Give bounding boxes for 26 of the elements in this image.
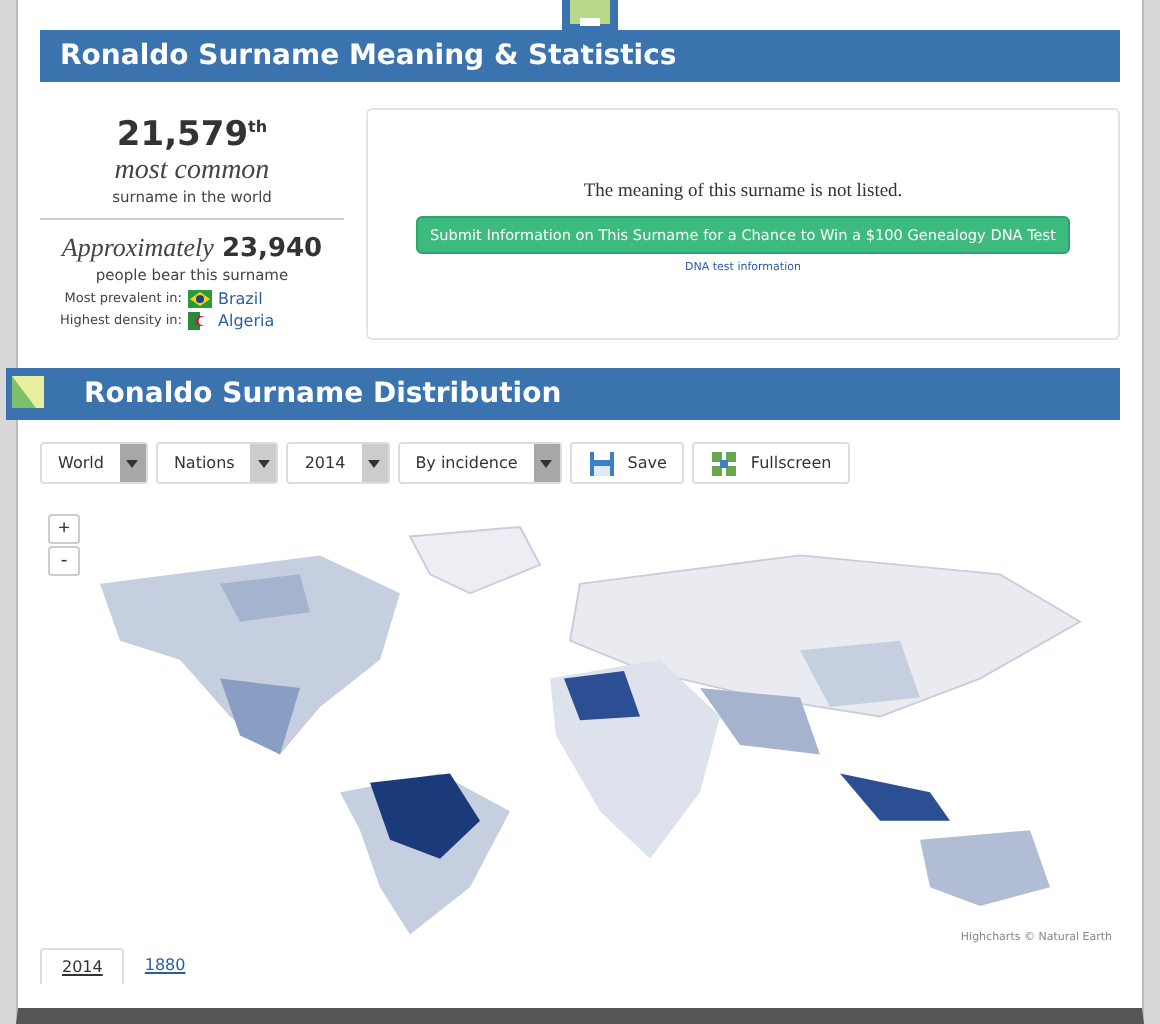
flag-icon (188, 289, 212, 308)
population-number: 23,940 (221, 233, 323, 264)
zoom-in-button[interactable]: + (48, 514, 80, 544)
dropdown[interactable]: Nations (155, 442, 279, 484)
caret-icon (368, 459, 381, 467)
section-title: Ronaldo Surname Distribution (84, 378, 562, 410)
country-link[interactable]: Algeria (218, 311, 275, 330)
caret-icon (126, 459, 139, 467)
country-link[interactable]: Brazil (218, 289, 263, 308)
year-tab[interactable]: 1880 (124, 948, 206, 984)
rank-number: 21,579$^{th}$ (116, 113, 268, 156)
flag-icon (188, 311, 212, 330)
caret-icon (540, 459, 553, 467)
dropdown[interactable]: 2014 (286, 442, 390, 484)
save-button[interactable]: Save (569, 442, 685, 484)
fullscreen-button[interactable]: Fullscreen (692, 442, 850, 484)
year-tab[interactable]: 2014 (40, 948, 125, 984)
caret-icon (257, 459, 270, 467)
dropdown[interactable]: By incidence (397, 442, 562, 484)
approximately-label: Approximately (61, 231, 214, 262)
fullscreen-icon (710, 449, 739, 477)
zoom-out-button[interactable]: - (48, 546, 80, 576)
meaning-text: The meaning of this surname is not listed. (583, 182, 903, 202)
section-title: Ronaldo Surname Meaning & Statistics (60, 40, 677, 72)
rank-label: most common (114, 155, 270, 188)
dropdown[interactable]: World (40, 442, 148, 484)
